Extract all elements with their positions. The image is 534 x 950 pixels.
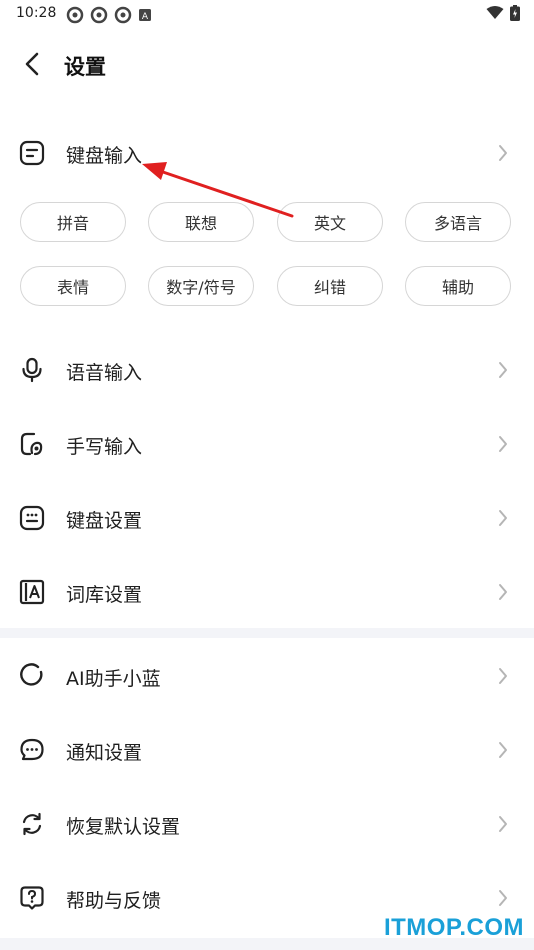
chevron-right-icon bbox=[499, 436, 507, 452]
chevron-right-icon bbox=[499, 816, 507, 832]
keyboard-settings-label: 键盘设置 bbox=[66, 510, 143, 532]
voice-input-row[interactable]: 语音输入 bbox=[0, 340, 534, 400]
chip-association[interactable]: 联想 bbox=[148, 202, 254, 242]
chevron-right-icon bbox=[499, 742, 507, 758]
chevron-right-icon bbox=[499, 145, 507, 161]
app-notification-icon bbox=[66, 6, 84, 24]
handwriting-input-label: 手写输入 bbox=[66, 436, 143, 458]
help-icon bbox=[18, 884, 46, 912]
keyboard-settings-row[interactable]: 键盘设置 bbox=[0, 488, 534, 548]
status-notification-icons: A bbox=[66, 6, 152, 24]
status-bar: 10:28 A bbox=[0, 0, 534, 28]
help-feedback-label: 帮助与反馈 bbox=[66, 890, 162, 912]
watermark: ITMOP.COM bbox=[383, 914, 524, 941]
keyboard-input-row[interactable]: 键盘输入 bbox=[0, 123, 534, 183]
voice-input-label: 语音输入 bbox=[66, 362, 143, 384]
keyboard-input-icon bbox=[18, 139, 46, 167]
ai-assistant-row[interactable]: AI助手小蓝 bbox=[0, 646, 534, 706]
chip-multilanguage[interactable]: 多语言 bbox=[405, 202, 511, 242]
keyboard-input-label: 键盘输入 bbox=[66, 145, 143, 167]
chip-correction[interactable]: 纠错 bbox=[277, 266, 383, 306]
handwriting-icon bbox=[18, 430, 46, 458]
dictionary-settings-row[interactable]: 词库设置 bbox=[0, 562, 534, 622]
chevron-right-icon bbox=[499, 890, 507, 906]
reset-defaults-label: 恢复默认设置 bbox=[66, 816, 181, 838]
chip-emoji[interactable]: 表情 bbox=[20, 266, 126, 306]
svg-text:A: A bbox=[142, 12, 149, 22]
battery-icon bbox=[510, 5, 520, 21]
notification-settings-label: 通知设置 bbox=[66, 742, 143, 764]
back-arrow-icon bbox=[25, 52, 39, 76]
status-system-icons bbox=[486, 5, 520, 21]
page-title: 设置 bbox=[64, 55, 106, 79]
chevron-right-icon bbox=[499, 510, 507, 526]
chip-assist[interactable]: 辅助 bbox=[405, 266, 511, 306]
reset-icon bbox=[18, 810, 46, 838]
chip-pinyin[interactable]: 拼音 bbox=[20, 202, 126, 242]
microphone-icon bbox=[18, 356, 46, 384]
ai-assistant-icon bbox=[18, 662, 46, 690]
chevron-right-icon bbox=[499, 668, 507, 684]
keyboard-icon bbox=[18, 504, 46, 532]
dictionary-icon bbox=[18, 578, 46, 606]
status-time: 10:28 bbox=[16, 5, 57, 21]
chevron-right-icon bbox=[499, 584, 507, 600]
back-button[interactable] bbox=[14, 48, 50, 80]
reset-defaults-row[interactable]: 恢复默认设置 bbox=[0, 794, 534, 854]
notification-settings-row[interactable]: 通知设置 bbox=[0, 720, 534, 780]
chip-english[interactable]: 英文 bbox=[277, 202, 383, 242]
header: 设置 bbox=[0, 40, 534, 88]
section-divider bbox=[0, 628, 534, 638]
handwriting-input-row[interactable]: 手写输入 bbox=[0, 414, 534, 474]
dictionary-settings-label: 词库设置 bbox=[66, 584, 143, 606]
notification-icon bbox=[18, 736, 46, 764]
chip-numbers-symbols[interactable]: 数字/符号 bbox=[148, 266, 254, 306]
chevron-right-icon bbox=[499, 362, 507, 378]
app-notification-icon bbox=[114, 6, 132, 24]
wifi-icon bbox=[486, 6, 504, 19]
app-notification-icon bbox=[90, 6, 108, 24]
ai-assistant-label: AI助手小蓝 bbox=[66, 668, 161, 690]
keyboard-notification-icon: A bbox=[139, 9, 151, 22]
